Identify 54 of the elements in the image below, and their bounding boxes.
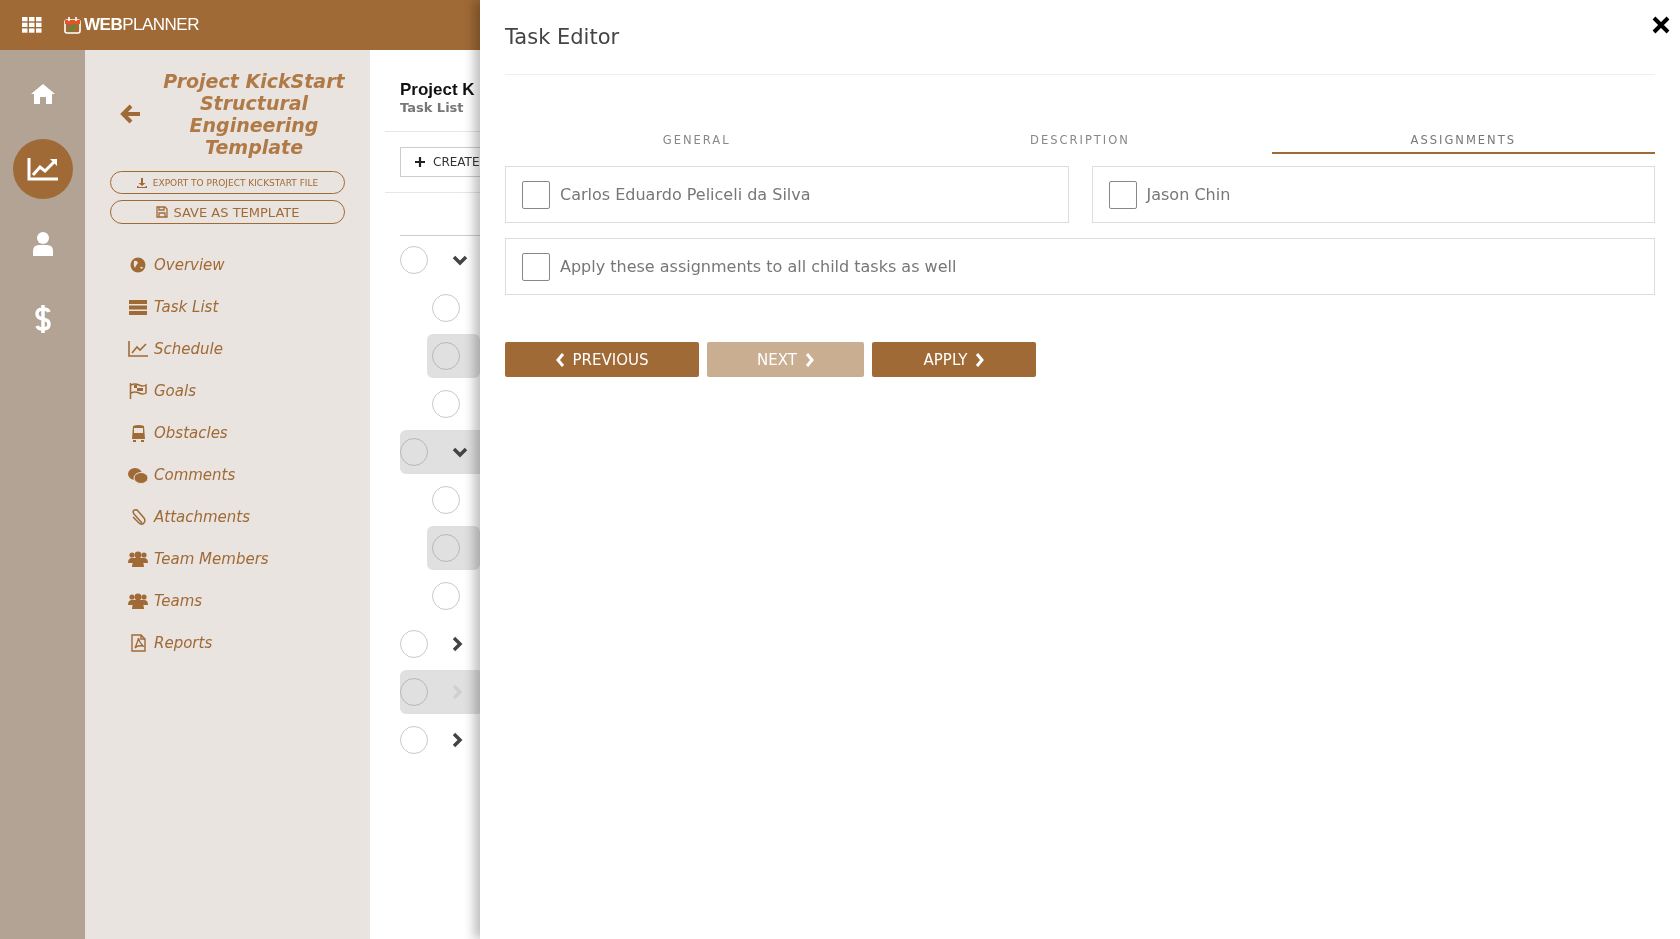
bus-icon — [130, 424, 146, 442]
tab[interactable]: GENERAL — [505, 133, 889, 154]
nav-link[interactable]: Attachments — [154, 508, 250, 526]
previous-button[interactable]: PREVIOUS — [505, 342, 699, 377]
people-icon — [128, 551, 148, 567]
plus-icon — [415, 157, 425, 167]
checkbox[interactable] — [522, 252, 550, 281]
nav-link[interactable]: Goals — [154, 382, 196, 400]
user-icon — [31, 232, 54, 256]
create-button[interactable]: CREATE — [400, 147, 480, 177]
dollar-icon — [34, 304, 51, 334]
list-icon — [129, 299, 147, 315]
apps-grid-icon[interactable] — [22, 17, 42, 33]
checkbox[interactable] — [1108, 180, 1137, 209]
nav-link[interactable]: Comments — [154, 466, 236, 484]
home-icon — [29, 83, 56, 105]
nav-link[interactable]: Overview — [154, 256, 225, 274]
flag-icon — [129, 383, 147, 399]
nav-link[interactable]: Obstacles — [154, 424, 228, 442]
assignee-name: Carlos Eduardo Peliceli da Silva — [560, 185, 811, 204]
nav-link[interactable]: Task List — [154, 298, 219, 316]
nav-link[interactable]: Reports — [154, 634, 213, 652]
line-chart-icon — [128, 341, 148, 357]
chevron-right-icon[interactable] — [452, 732, 463, 748]
chevron-left-icon — [555, 352, 565, 367]
checkbox[interactable] — [522, 180, 550, 209]
app-logo: WEBPLANNER — [84, 15, 199, 35]
page-subtitle: Task List — [400, 100, 465, 115]
chevron-right-icon — [975, 352, 985, 367]
project-title: Project KickStart Structural Engineering Template — [162, 70, 346, 158]
nav-link[interactable]: Team Members — [154, 550, 269, 568]
paperclip-icon — [130, 508, 146, 526]
people-icon — [128, 593, 148, 609]
page-title: Project K — [400, 80, 476, 100]
tab[interactable]: ASSIGNMENTS — [1271, 133, 1655, 154]
line-chart-icon — [26, 157, 59, 181]
nav-link[interactable]: Schedule — [154, 340, 223, 358]
chevron-down-icon[interactable] — [452, 254, 468, 266]
nav-link[interactable]: Teams — [154, 592, 203, 610]
checkbox-label: Apply these assignments to all child tasks as well — [560, 257, 957, 276]
dialog-title: Task Editor — [505, 25, 620, 49]
close-icon[interactable] — [1652, 16, 1670, 34]
back-arrow-icon[interactable] — [120, 104, 142, 124]
chevron-down-icon[interactable] — [452, 446, 468, 458]
globe-icon — [130, 257, 146, 273]
chevron-right-icon — [804, 352, 814, 367]
calendar-icon — [64, 16, 82, 34]
chat-icon — [128, 466, 148, 484]
assignee-name: Jason Chin — [1146, 185, 1231, 204]
tab[interactable]: DESCRIPTION — [888, 133, 1272, 154]
chevron-right-icon[interactable] — [452, 636, 463, 652]
next-button[interactable]: APPLY — [872, 342, 1036, 377]
download-icon — [136, 177, 147, 188]
pdf-file-icon — [130, 634, 146, 652]
